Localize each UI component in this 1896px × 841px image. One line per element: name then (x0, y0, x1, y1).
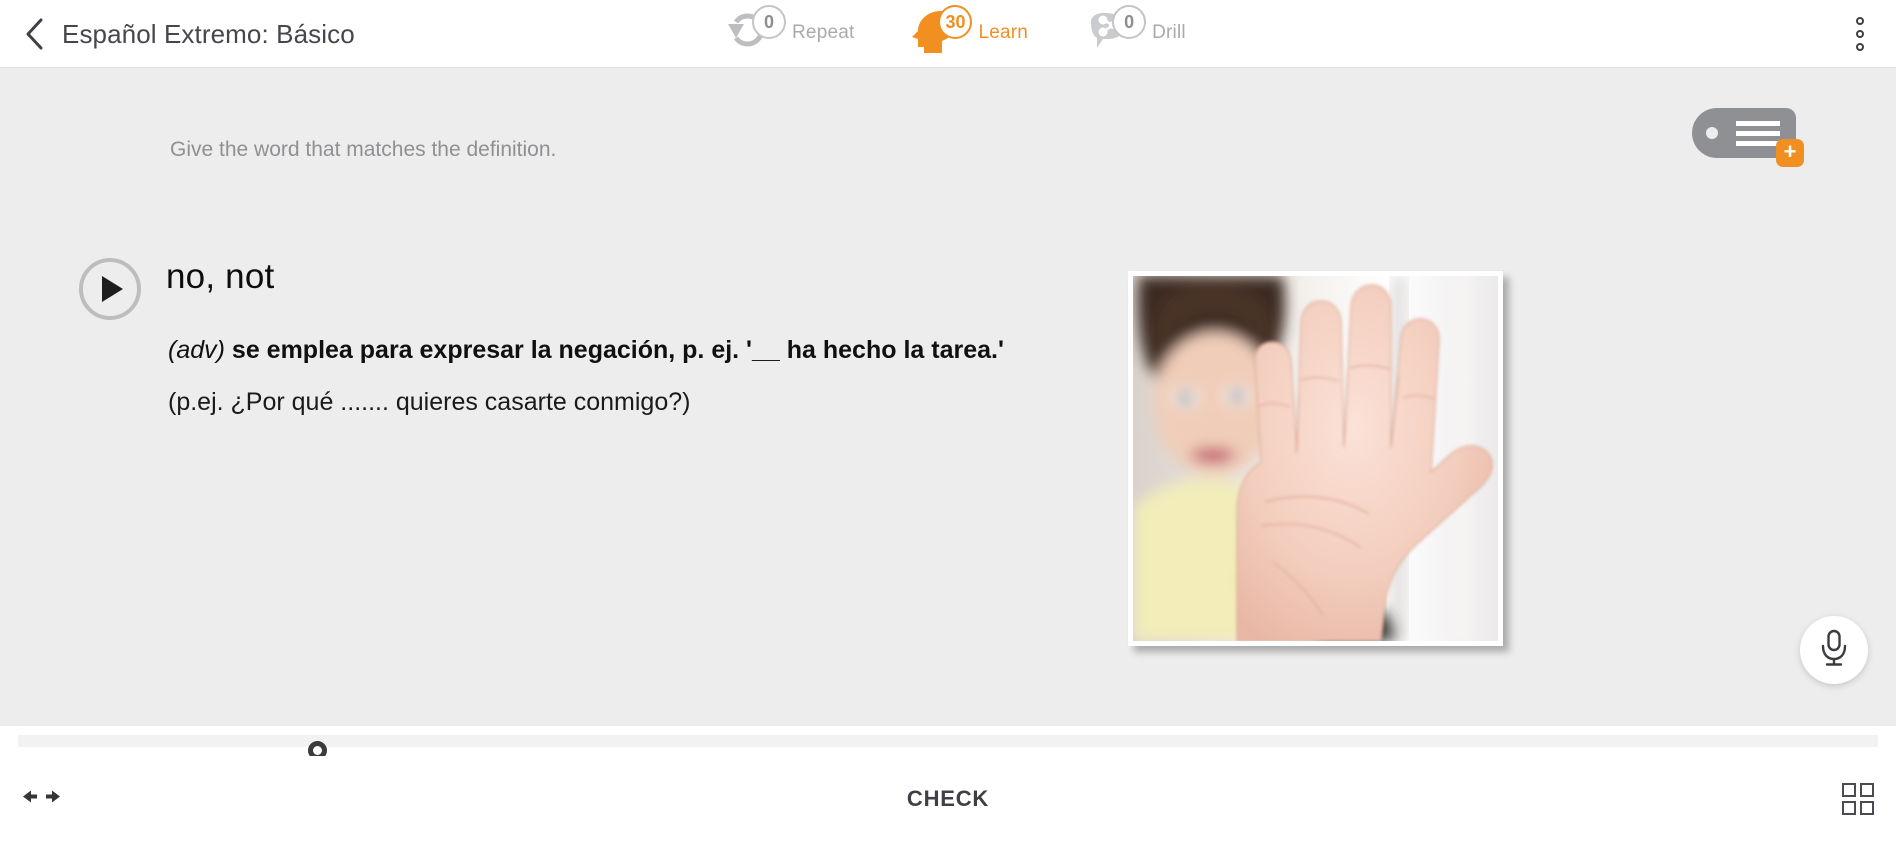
play-audio-button[interactable] (79, 258, 141, 320)
drill-count-badge: 0 (1112, 5, 1147, 39)
grid-cell-icon (1842, 800, 1856, 815)
learn-count-badge: 30 (938, 5, 973, 39)
repeat-icon-wrap: 0 (712, 5, 786, 59)
illustration-photo (1133, 276, 1498, 641)
mode-learn[interactable]: 30 Learn (898, 0, 1028, 66)
progress-track[interactable] (18, 735, 1878, 760)
grid-cell-icon (1842, 782, 1856, 797)
kebab-dot-icon (1856, 17, 1864, 25)
tag-hole (1706, 127, 1718, 139)
add-badge[interactable]: + (1776, 139, 1804, 167)
course-title: Español Extremo: Básico (62, 19, 355, 49)
tag-lines (1736, 121, 1780, 146)
drill-icon-wrap: 0 (1072, 5, 1147, 59)
back-button[interactable] (14, 12, 56, 56)
progress-zone (0, 726, 1896, 760)
kebab-dot-icon (1856, 30, 1864, 38)
mode-nav: 0 Repeat 30 Learn 0 Drill (712, 0, 1186, 66)
definition-line: (adv) se emplea para expresar la negació… (168, 336, 1004, 365)
bottom-bar: CHECK (0, 756, 1896, 841)
mode-repeat[interactable]: 0 Repeat (712, 0, 854, 66)
chevron-left-icon (24, 17, 46, 51)
mode-drill-label: Drill (1152, 22, 1186, 43)
repeat-count-badge: 0 (752, 5, 786, 39)
grid-cell-icon (1860, 800, 1874, 815)
exercise-prompt: Give the word that matches the definitio… (170, 138, 557, 161)
microphone-icon (1818, 629, 1850, 672)
tag-line (1736, 141, 1780, 146)
example-sentence: (p.ej. ¿Por qué ....... quieres casarte … (168, 388, 691, 416)
learning-app-window: Español Extremo: Básico 0 Repeat 30 Lear… (0, 0, 1896, 841)
check-button[interactable]: CHECK (0, 786, 1896, 812)
grid-view-button[interactable] (1842, 782, 1874, 815)
microphone-button[interactable] (1800, 616, 1868, 684)
learn-icon-wrap: 30 (898, 5, 973, 59)
definition-text: se emplea para expresar la negación, p. … (231, 336, 1004, 364)
grid-cell-icon (1860, 782, 1874, 797)
overflow-menu-button[interactable] (1838, 12, 1882, 56)
add-tag-button[interactable]: + (1692, 108, 1804, 167)
tag-line (1736, 131, 1780, 136)
illustration-card[interactable] (1128, 271, 1503, 646)
exercise-canvas: Give the word that matches the definitio… (0, 68, 1896, 726)
mode-repeat-label: Repeat (792, 22, 855, 43)
play-audio-icon (102, 276, 123, 302)
mode-learn-label: Learn (978, 22, 1029, 43)
mode-drill[interactable]: 0 Drill (1072, 0, 1186, 66)
part-of-speech: (adv) (168, 336, 225, 364)
stop-gesture-image (1133, 276, 1498, 641)
tag-line (1736, 121, 1780, 126)
top-bar: Español Extremo: Básico 0 Repeat 30 Lear… (0, 0, 1896, 68)
kebab-dot-icon (1856, 43, 1864, 51)
headword: no, not (166, 257, 275, 296)
